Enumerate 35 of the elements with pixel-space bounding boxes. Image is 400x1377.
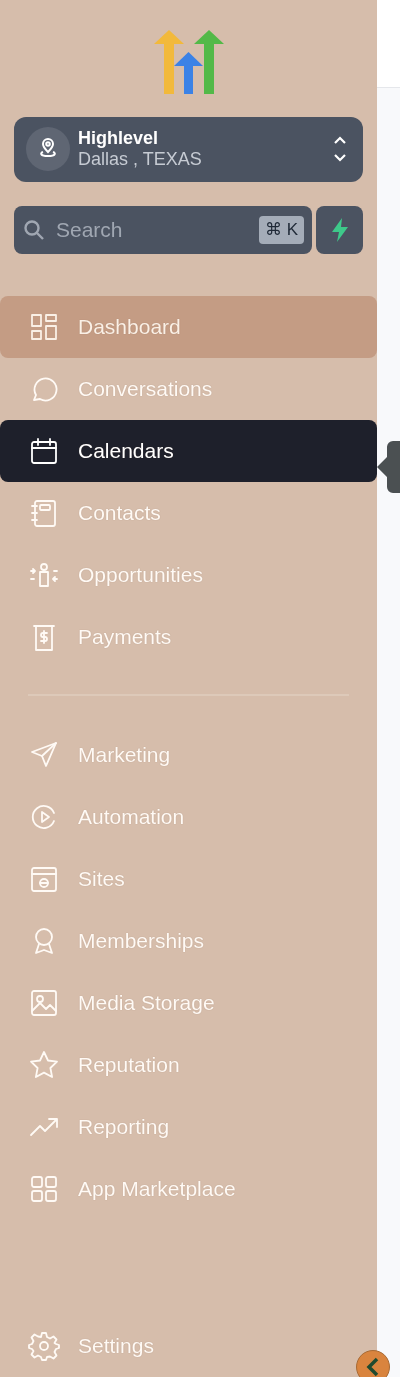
quick-action-button[interactable] <box>316 206 363 254</box>
nav-item[interactable]: Payments <box>0 606 377 668</box>
nav-item[interactable]: Contacts <box>0 482 377 544</box>
nav-item[interactable]: Reporting <box>0 1096 377 1158</box>
keyboard-shortcut: ⌘ K <box>258 216 304 244</box>
nav-item[interactable]: Dashboard <box>0 296 377 358</box>
nav-item[interactable]: Automation <box>0 786 377 848</box>
dashboard-icon <box>28 311 60 343</box>
nav-item[interactable]: App Marketplace <box>0 1158 377 1220</box>
star-icon <box>28 1049 60 1081</box>
chevron-left-icon <box>365 1357 381 1377</box>
lightning-bolt-icon <box>329 218 350 242</box>
search-bar[interactable]: Search ⌘ K <box>14 206 312 254</box>
settings-icon <box>28 1330 60 1362</box>
location-switcher[interactable]: Highlevel Dallas , TEXAS <box>14 116 363 182</box>
nav-item[interactable]: Reputation <box>0 1034 377 1096</box>
logo-icon <box>153 30 224 94</box>
nav-item[interactable]: Settings <box>0 1315 377 1377</box>
nav-item[interactable]: Sites <box>0 848 377 910</box>
calendar-icon <box>28 435 60 467</box>
search-input[interactable]: Search <box>54 213 234 247</box>
tooltip-pointer <box>377 441 400 493</box>
nav-item[interactable]: Calendars <box>0 420 377 482</box>
location-address: Dallas , TEXAS <box>78 149 203 171</box>
image-icon <box>28 987 60 1019</box>
collapse-sidebar-button[interactable] <box>356 1350 390 1377</box>
nav-item[interactable]: Conversations <box>0 358 377 420</box>
location-name: Highlevel <box>78 127 160 150</box>
location-pin-icon <box>26 127 70 172</box>
app-grid-icon <box>28 1173 60 1205</box>
nav-item[interactable]: Media Storage <box>0 972 377 1034</box>
nav-item[interactable]: Opportunities <box>0 544 377 606</box>
nav-item[interactable]: Marketing <box>0 724 377 786</box>
search-icon <box>22 218 46 242</box>
nav-item[interactable]: Memberships <box>0 910 377 972</box>
